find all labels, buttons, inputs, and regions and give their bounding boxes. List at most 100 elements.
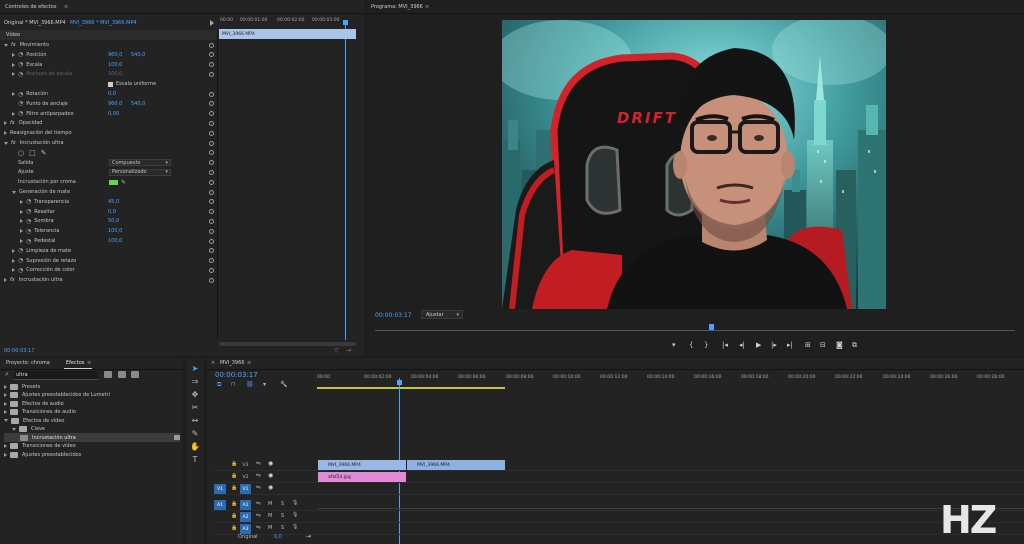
expand-triangle-icon[interactable] (20, 209, 23, 214)
eyedropper-icon[interactable]: ✎ (121, 179, 126, 186)
export-icon[interactable]: ⇥ (346, 347, 351, 354)
effect-property-row[interactable]: ◔ Posición 960,0 540,0 (0, 50, 217, 60)
property-value[interactable]: 100,0 (108, 228, 122, 234)
fx-toggle-icon[interactable]: fx (10, 120, 15, 126)
fit-dropdown[interactable]: Ajustar ▾ (421, 310, 463, 319)
reset-parameter-icon[interactable] (209, 150, 214, 156)
reset-parameter-icon[interactable] (209, 218, 214, 224)
camera-icon[interactable]: ◙ (836, 341, 843, 349)
reset-parameter-icon[interactable] (209, 71, 214, 77)
effect-property-row[interactable]: ◔ Resaltar 0,0 (0, 207, 217, 217)
reset-parameter-icon[interactable] (209, 238, 214, 244)
program-tab[interactable]: Programa: MVI_3966 (371, 4, 423, 10)
add-marker-icon[interactable]: ▾ (672, 341, 676, 349)
expand-triangle-icon[interactable] (12, 258, 15, 263)
effect-property-row[interactable]: ◔ Anchura de escala 100,0 (0, 69, 217, 79)
track-target-a1[interactable]: A1 (240, 500, 251, 510)
expand-triangle-icon[interactable] (4, 410, 7, 414)
ec-clip-bar[interactable]: MVI_3966.MP4 (219, 29, 356, 39)
linked-selection-icon[interactable]: ⛓ (246, 381, 254, 388)
step-back-icon[interactable]: ◂| (739, 341, 745, 349)
timeline-timecode[interactable]: 00:00:03:17 (215, 371, 258, 379)
effect-property-row[interactable]: ◔ Tolerancia 100,0 (0, 226, 217, 236)
sync-lock-icon[interactable]: ⇋ (256, 484, 261, 491)
track-select-tool-icon[interactable]: ⇒ (189, 377, 201, 387)
reset-parameter-icon[interactable] (209, 130, 214, 136)
expand-triangle-icon[interactable] (12, 72, 15, 77)
pen-mask-icon[interactable]: ✎ (41, 149, 47, 157)
track-target-v2[interactable]: V2 (240, 472, 251, 482)
expand-triangle-icon[interactable] (12, 62, 15, 67)
key-color-swatch[interactable] (109, 179, 118, 185)
fx-toggle-icon[interactable]: fx (11, 42, 16, 48)
timeline-end-icon[interactable]: ⇥ (306, 533, 311, 540)
ec-scrollbar[interactable] (219, 342, 356, 346)
tab-menu-icon[interactable]: ≡ (425, 4, 429, 10)
mute-button[interactable]: M (268, 525, 272, 531)
reset-parameter-icon[interactable] (209, 169, 214, 175)
property-dropdown[interactable]: Personalizado ▾ (109, 168, 171, 176)
lock-icon[interactable]: 🔒 (231, 485, 237, 491)
program-timecode[interactable]: 00:00:03:17 (375, 312, 412, 319)
tab-project[interactable]: Proyecto: chroma (6, 360, 50, 366)
selection-tool-icon[interactable]: ➤ (189, 364, 201, 374)
reset-parameter-icon[interactable] (209, 267, 214, 273)
property-value[interactable]: 0,0 (108, 91, 116, 97)
property-value[interactable]: 960,0 (108, 52, 122, 58)
type-tool-icon[interactable]: T (189, 455, 201, 465)
property-value[interactable]: 50,0 (108, 218, 119, 224)
fx-toggle-icon[interactable]: fx (11, 140, 16, 146)
ec-playhead-handle[interactable] (343, 20, 348, 25)
tab-effects[interactable]: Efectos (66, 360, 84, 366)
step-forward-icon[interactable]: |▸ (771, 341, 777, 349)
ec-current-time[interactable]: 00:00:03:17 (4, 348, 35, 354)
collapse-triangle-icon[interactable] (4, 43, 8, 47)
lock-icon[interactable]: 🔒 (231, 513, 237, 519)
insert-sequence-icon[interactable]: ⧉ (217, 381, 221, 389)
expand-triangle-icon[interactable] (20, 219, 23, 224)
reset-parameter-icon[interactable] (209, 101, 214, 107)
sync-lock-icon[interactable]: ⇋ (256, 524, 261, 531)
effect-property-row[interactable]: Reasignación del tiempo (0, 128, 217, 138)
effect-property-row[interactable]: ◔ Escala 100,0 (0, 60, 217, 70)
solo-button[interactable]: S (281, 513, 284, 519)
mute-button[interactable]: M (268, 501, 272, 507)
expand-triangle-icon[interactable] (20, 229, 23, 234)
reset-parameter-icon[interactable] (209, 160, 214, 166)
reset-parameter-icon[interactable] (209, 42, 214, 48)
collapse-triangle-icon[interactable] (12, 190, 16, 194)
play-only-icon[interactable] (210, 20, 214, 26)
razor-tool-icon[interactable]: ✂ (189, 403, 201, 413)
stopwatch-icon[interactable]: ◔ (18, 110, 23, 117)
stopwatch-icon[interactable]: ◔ (26, 198, 31, 205)
add-marker-icon[interactable]: ▾ (263, 381, 266, 388)
source-patch-a1[interactable]: A1 (214, 500, 226, 510)
solo-button[interactable]: S (281, 525, 284, 531)
expand-triangle-icon[interactable] (4, 121, 7, 126)
reset-parameter-icon[interactable] (209, 209, 214, 215)
effect-property-row[interactable]: ◔ Punto de anclaje 960,0 540,0 (0, 99, 217, 109)
property-value[interactable]: 100,0 (108, 62, 122, 68)
stopwatch-icon[interactable]: ◔ (18, 267, 23, 274)
sequence-clip-select[interactable]: MVI_3966 * MVI_3966.MP4 (70, 20, 137, 26)
work-area-bar[interactable] (317, 387, 505, 389)
sync-lock-icon[interactable]: ⇋ (256, 460, 261, 467)
microphone-icon[interactable]: 🎙 (292, 500, 298, 506)
effect-property-row[interactable]: Incrustación por croma ✎ (0, 177, 217, 187)
original-value[interactable]: 0,0 (274, 534, 282, 540)
stopwatch-icon[interactable]: ◔ (18, 51, 23, 58)
stopwatch-icon[interactable]: ◔ (18, 247, 23, 254)
lock-icon[interactable]: 🔒 (231, 525, 237, 531)
property-value[interactable]: 100,0 (108, 71, 122, 77)
lift-icon[interactable]: ⊞ (805, 341, 811, 349)
yuv-effects-icon[interactable] (131, 371, 139, 378)
track-target-v1[interactable]: V1 (240, 484, 251, 494)
mute-button[interactable]: M (268, 513, 272, 519)
eye-icon[interactable]: ◉ (268, 460, 273, 467)
effect-property-row[interactable]: Generación de mate (0, 187, 217, 197)
mark-out-icon[interactable]: } (704, 341, 708, 349)
stopwatch-icon[interactable]: ◔ (26, 218, 31, 225)
filter-icon[interactable]: ▽ (334, 347, 339, 354)
sync-lock-icon[interactable]: ⇋ (256, 500, 261, 507)
property-value[interactable]: 100,0 (108, 238, 122, 244)
